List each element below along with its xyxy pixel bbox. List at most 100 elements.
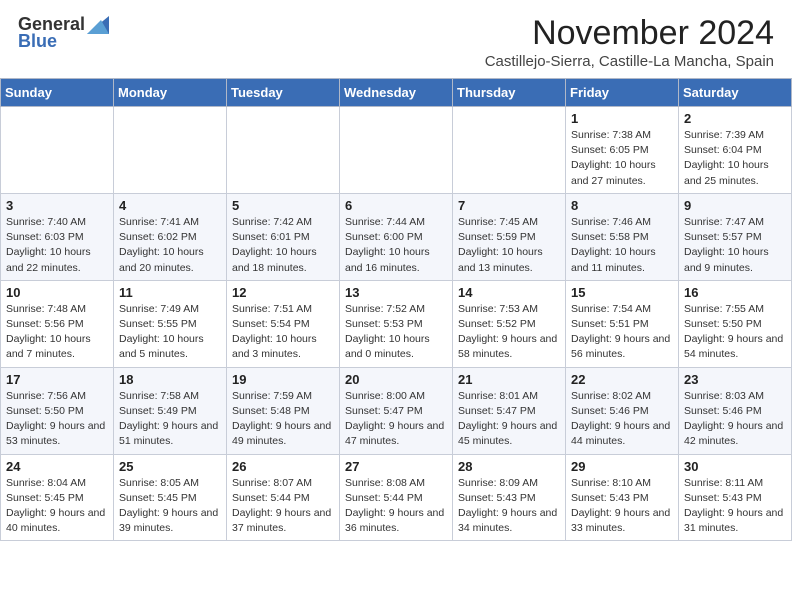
day-number: 25 — [119, 459, 221, 474]
calendar-day-cell: 14 Sunrise: 7:53 AMSunset: 5:52 PMDayligh… — [453, 280, 566, 367]
day-info: Sunrise: 8:01 AMSunset: 5:47 PMDaylight:… — [458, 389, 560, 450]
day-info: Sunrise: 7:42 AMSunset: 6:01 PMDaylight:… — [232, 215, 334, 276]
day-info: Sunrise: 7:45 AMSunset: 5:59 PMDaylight:… — [458, 215, 560, 276]
calendar-day-cell: 18Sunrise: 7:58 AMSunset: 5:49 PMDayligh… — [114, 367, 227, 454]
day-number: 13 — [345, 285, 447, 300]
day-number: 30 — [684, 459, 786, 474]
day-number: 19 — [232, 372, 334, 387]
calendar-day-cell: 7Sunrise: 7:45 AMSunset: 5:59 PMDaylight… — [453, 193, 566, 280]
day-info: Sunrise: 8:10 AMSunset: 5:43 PMDaylight:… — [571, 476, 673, 537]
page-header: General Blue November 2024 Castillejo-Si… — [0, 0, 792, 78]
month-title: November 2024 — [485, 14, 774, 53]
day-info: Sunrise: 7:40 AMSunset: 6:03 PMDaylight:… — [6, 215, 108, 276]
title-block: November 2024 Castillejo-Sierra, Castill… — [485, 14, 774, 70]
calendar-day-cell: 5 Sunrise: 7:42 AMSunset: 6:01 PMDaylight… — [227, 193, 340, 280]
calendar-day-cell: 27Sunrise: 8:08 AMSunset: 5:44 PMDayligh… — [340, 454, 453, 541]
day-number: 14 — [458, 285, 560, 300]
day-info: Sunrise: 8:03 AMSunset: 5:46 PMDaylight:… — [684, 389, 786, 450]
calendar-week-row: 17 Sunrise: 7:56 AMSunset: 5:50 PMDayligh… — [1, 367, 792, 454]
day-info: Sunrise: 8:04 AMSunset: 5:45 PMDaylight:… — [6, 476, 108, 537]
calendar-day-cell: 17 Sunrise: 7:56 AMSunset: 5:50 PMDayligh… — [1, 367, 114, 454]
calendar-day-cell: 22Sunrise: 8:02 AMSunset: 5:46 PMDayligh… — [566, 367, 679, 454]
calendar-day-cell — [1, 107, 114, 194]
day-info: Sunrise: 8:00 AMSunset: 5:47 PMDaylight:… — [345, 389, 447, 450]
day-info: Sunrise: 7:52 AMSunset: 5:53 PMDaylight:… — [345, 302, 447, 363]
day-number: 16 — [684, 285, 786, 300]
calendar-day-cell: 10Sunrise: 7:48 AMSunset: 5:56 PMDayligh… — [1, 280, 114, 367]
location: Castillejo-Sierra, Castille-La Mancha, S… — [485, 53, 774, 70]
logo: General Blue — [18, 14, 109, 52]
calendar-day-cell: 11 Sunrise: 7:49 AMSunset: 5:55 PMDayligh… — [114, 280, 227, 367]
calendar-day-cell: 6Sunrise: 7:44 AMSunset: 6:00 PMDaylight… — [340, 193, 453, 280]
calendar-day-cell: 1 Sunrise: 7:38 AMSunset: 6:05 PMDaylight… — [566, 107, 679, 194]
day-number: 9 — [684, 198, 786, 213]
calendar-day-cell: 21Sunrise: 8:01 AMSunset: 5:47 PMDayligh… — [453, 367, 566, 454]
weekday-header-cell: Tuesday — [227, 79, 340, 107]
day-number: 23 — [684, 372, 786, 387]
calendar-day-cell: 2 Sunrise: 7:39 AMSunset: 6:04 PMDaylight… — [679, 107, 792, 194]
day-number: 5 — [232, 198, 334, 213]
day-number: 4 — [119, 198, 221, 213]
calendar-day-cell: 26Sunrise: 8:07 AMSunset: 5:44 PMDayligh… — [227, 454, 340, 541]
calendar-day-cell — [453, 107, 566, 194]
day-info: Sunrise: 8:07 AMSunset: 5:44 PMDaylight:… — [232, 476, 334, 537]
calendar-day-cell: 9 Sunrise: 7:47 AMSunset: 5:57 PMDaylight… — [679, 193, 792, 280]
calendar-day-cell — [114, 107, 227, 194]
weekday-header-cell: Friday — [566, 79, 679, 107]
logo-blue-text: Blue — [18, 31, 57, 52]
weekday-header-cell: Monday — [114, 79, 227, 107]
day-number: 11 — [119, 285, 221, 300]
day-info: Sunrise: 7:41 AMSunset: 6:02 PMDaylight:… — [119, 215, 221, 276]
day-number: 17 — [6, 372, 108, 387]
weekday-header-cell: Saturday — [679, 79, 792, 107]
day-info: Sunrise: 7:58 AMSunset: 5:49 PMDaylight:… — [119, 389, 221, 450]
day-info: Sunrise: 8:05 AMSunset: 5:45 PMDaylight:… — [119, 476, 221, 537]
weekday-header-cell: Sunday — [1, 79, 114, 107]
day-number: 12 — [232, 285, 334, 300]
day-number: 24 — [6, 459, 108, 474]
calendar-week-row: 10Sunrise: 7:48 AMSunset: 5:56 PMDayligh… — [1, 280, 792, 367]
calendar-week-row: 3 Sunrise: 7:40 AMSunset: 6:03 PMDaylight… — [1, 193, 792, 280]
day-number: 28 — [458, 459, 560, 474]
calendar-day-cell — [227, 107, 340, 194]
calendar-day-cell: 30 Sunrise: 8:11 AMSunset: 5:43 PMDayligh… — [679, 454, 792, 541]
calendar-day-cell: 23 Sunrise: 8:03 AMSunset: 5:46 PMDayligh… — [679, 367, 792, 454]
day-info: Sunrise: 7:56 AMSunset: 5:50 PMDaylight:… — [6, 389, 108, 450]
day-info: Sunrise: 7:39 AMSunset: 6:04 PMDaylight:… — [684, 128, 786, 189]
day-info: Sunrise: 7:54 AMSunset: 5:51 PMDaylight:… — [571, 302, 673, 363]
day-info: Sunrise: 7:49 AMSunset: 5:55 PMDaylight:… — [119, 302, 221, 363]
calendar-day-cell: 13 Sunrise: 7:52 AMSunset: 5:53 PMDayligh… — [340, 280, 453, 367]
day-info: Sunrise: 7:59 AMSunset: 5:48 PMDaylight:… — [232, 389, 334, 450]
day-info: Sunrise: 8:09 AMSunset: 5:43 PMDaylight:… — [458, 476, 560, 537]
day-number: 20 — [345, 372, 447, 387]
day-number: 29 — [571, 459, 673, 474]
day-info: Sunrise: 7:44 AMSunset: 6:00 PMDaylight:… — [345, 215, 447, 276]
day-info: Sunrise: 7:47 AMSunset: 5:57 PMDaylight:… — [684, 215, 786, 276]
logo-icon — [87, 16, 109, 34]
calendar-day-cell: 29 Sunrise: 8:10 AMSunset: 5:43 PMDayligh… — [566, 454, 679, 541]
day-number: 8 — [571, 198, 673, 213]
calendar-header-row: SundayMondayTuesdayWednesdayThursdayFrid… — [1, 79, 792, 107]
day-number: 10 — [6, 285, 108, 300]
calendar-body: 1 Sunrise: 7:38 AMSunset: 6:05 PMDaylight… — [1, 107, 792, 541]
calendar-day-cell: 20 Sunrise: 8:00 AMSunset: 5:47 PMDayligh… — [340, 367, 453, 454]
calendar-day-cell: 12Sunrise: 7:51 AMSunset: 5:54 PMDayligh… — [227, 280, 340, 367]
calendar-day-cell: 15Sunrise: 7:54 AMSunset: 5:51 PMDayligh… — [566, 280, 679, 367]
calendar-day-cell: 8 Sunrise: 7:46 AMSunset: 5:58 PMDaylight… — [566, 193, 679, 280]
calendar-day-cell: 16Sunrise: 7:55 AMSunset: 5:50 PMDayligh… — [679, 280, 792, 367]
calendar-week-row: 1 Sunrise: 7:38 AMSunset: 6:05 PMDaylight… — [1, 107, 792, 194]
day-info: Sunrise: 7:53 AMSunset: 5:52 PMDaylight:… — [458, 302, 560, 363]
day-number: 27 — [345, 459, 447, 474]
weekday-header-cell: Wednesday — [340, 79, 453, 107]
calendar-day-cell: 24 Sunrise: 8:04 AMSunset: 5:45 PMDayligh… — [1, 454, 114, 541]
calendar-day-cell: 19 Sunrise: 7:59 AMSunset: 5:48 PMDayligh… — [227, 367, 340, 454]
calendar-day-cell — [340, 107, 453, 194]
day-number: 1 — [571, 111, 673, 126]
day-number: 2 — [684, 111, 786, 126]
calendar-day-cell: 4 Sunrise: 7:41 AMSunset: 6:02 PMDaylight… — [114, 193, 227, 280]
day-info: Sunrise: 8:11 AMSunset: 5:43 PMDaylight:… — [684, 476, 786, 537]
day-info: Sunrise: 7:38 AMSunset: 6:05 PMDaylight:… — [571, 128, 673, 189]
day-info: Sunrise: 7:46 AMSunset: 5:58 PMDaylight:… — [571, 215, 673, 276]
calendar-week-row: 24 Sunrise: 8:04 AMSunset: 5:45 PMDayligh… — [1, 454, 792, 541]
day-number: 3 — [6, 198, 108, 213]
